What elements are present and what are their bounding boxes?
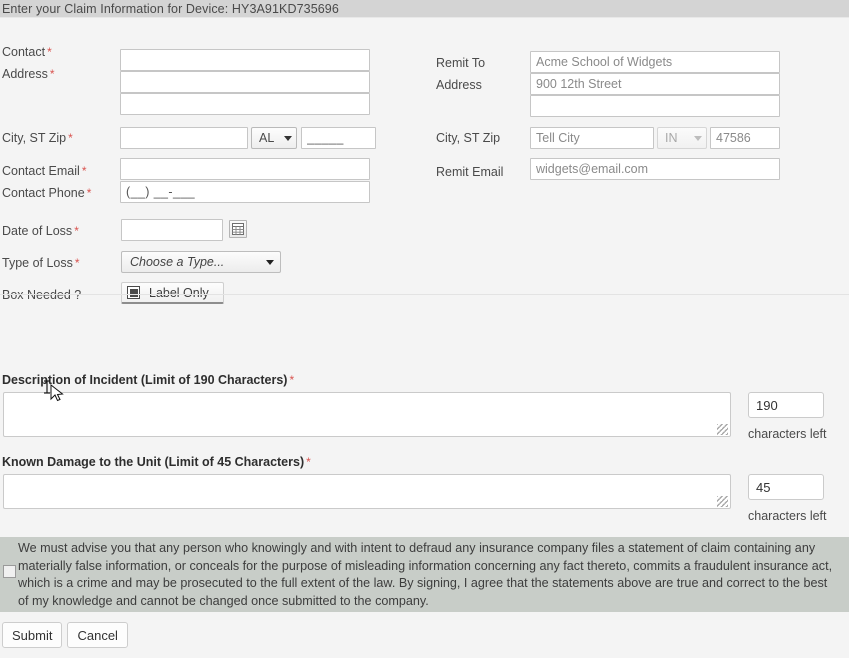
address-line2-input[interactable] — [120, 93, 370, 115]
damage-label-group: Known Damage to the Unit (Limit of 45 Ch… — [2, 454, 311, 469]
remit-address-line2-input[interactable] — [530, 95, 780, 117]
disclaimer-panel: We must advise you that any person who k… — [0, 537, 849, 612]
contact-phone-input[interactable] — [120, 181, 370, 203]
remit-address-label-group: Address — [436, 77, 482, 93]
contact-email-input[interactable] — [120, 158, 370, 180]
state-select-value: AL — [259, 131, 275, 145]
date-of-loss-required-asterisk: * — [74, 224, 79, 238]
chevron-down-icon — [694, 135, 702, 141]
contact-phone-required-asterisk: * — [86, 186, 92, 200]
type-of-loss-select-value: Choose a Type... — [130, 255, 225, 269]
date-of-loss-input[interactable] — [121, 219, 223, 241]
description-required-asterisk: * — [289, 373, 295, 387]
description-characters-left-box: 190 — [748, 392, 824, 418]
description-textarea-wrapper[interactable] — [3, 392, 731, 437]
remit-address-line1-input[interactable] — [530, 73, 780, 95]
form-footer: Submit Cancel — [0, 622, 128, 648]
damage-characters-left-caption: characters left — [748, 509, 827, 523]
type-of-loss-label: Type of Loss — [2, 256, 73, 270]
date-of-loss-label: Date of Loss — [2, 224, 73, 238]
damage-textarea-wrapper[interactable] — [3, 474, 731, 509]
address-label-group: Address * — [2, 66, 55, 82]
type-of-loss-required-asterisk: * — [74, 256, 80, 270]
city-st-zip-label-group: City, ST Zip * — [2, 130, 73, 146]
remit-address-label: Address — [436, 78, 482, 92]
submit-button[interactable]: Submit — [2, 622, 63, 648]
box-needed-label-group: Box Needed ? — [2, 287, 81, 303]
cancel-button[interactable]: Cancel — [67, 622, 128, 648]
city-st-zip-required-asterisk: * — [68, 131, 73, 145]
state-select[interactable]: AL — [251, 127, 297, 149]
remit-state-select-value: IN — [665, 131, 678, 145]
section-divider — [0, 294, 849, 295]
filled-square-icon — [127, 286, 140, 299]
damage-required-asterisk: * — [306, 455, 311, 469]
remit-to-input[interactable] — [530, 51, 780, 73]
remit-city-input[interactable] — [530, 127, 654, 149]
remit-to-label: Remit To — [436, 56, 486, 70]
city-st-zip-label: City, ST Zip — [2, 131, 67, 145]
disclaimer-text: We must advise you that any person who k… — [18, 541, 833, 608]
contact-email-label: Contact Email — [2, 164, 80, 178]
remit-email-label-group: Remit Email — [436, 164, 503, 180]
remit-city-st-zip-label-group: City, ST Zip — [436, 130, 500, 146]
damage-characters-left-value: 45 — [756, 479, 771, 495]
contact-email-required-asterisk: * — [81, 164, 87, 178]
contact-label-group: Contact * — [2, 44, 52, 60]
claim-form-top-region: Contact* Address* City, ST Zip* AL Conta… — [0, 18, 849, 304]
box-needed-label: Box Needed ? — [2, 288, 82, 302]
address-line1-input[interactable] — [120, 71, 370, 93]
disclaimer-agree-checkbox[interactable] — [3, 565, 16, 578]
box-needed-toggle-label: Label Only — [149, 285, 209, 300]
resize-grip-icon[interactable] — [717, 424, 728, 435]
remit-state-select: IN — [657, 127, 707, 149]
address-required-asterisk: * — [49, 67, 55, 81]
zip-input[interactable] — [301, 127, 376, 149]
remit-email-input[interactable] — [530, 158, 780, 180]
description-label: Description of Incident (Limit of 190 Ch… — [2, 373, 288, 387]
type-of-loss-select[interactable]: Choose a Type... — [121, 251, 281, 273]
remit-to-label-group: Remit To — [436, 55, 485, 71]
page-header-bar: Enter your Claim Information for Device:… — [0, 0, 849, 18]
contact-email-label-group: Contact Email * — [2, 163, 86, 179]
box-needed-toggle-button[interactable]: Label Only — [121, 282, 224, 304]
contact-required-asterisk: * — [47, 45, 52, 59]
address-label: Address — [2, 67, 48, 81]
chevron-down-icon — [284, 135, 292, 141]
description-label-group: Description of Incident (Limit of 190 Ch… — [2, 372, 294, 387]
type-of-loss-label-group: Type of Loss * — [2, 255, 80, 271]
damage-characters-left-box: 45 — [748, 474, 824, 500]
contact-input[interactable] — [120, 49, 370, 71]
contact-phone-label-group: Contact Phone * — [2, 185, 91, 201]
contact-label: Contact — [2, 45, 46, 59]
calendar-icon[interactable] — [229, 220, 247, 238]
remit-city-st-zip-label: City, ST Zip — [436, 131, 501, 145]
description-textarea[interactable] — [4, 393, 730, 436]
damage-textarea[interactable] — [4, 475, 730, 508]
date-of-loss-label-group: Date of Loss * — [2, 223, 79, 239]
remit-zip-input[interactable] — [710, 127, 780, 149]
city-input[interactable] — [120, 127, 248, 149]
remit-email-label: Remit Email — [436, 165, 504, 179]
description-characters-left-caption: characters left — [748, 427, 827, 441]
chevron-down-icon — [266, 259, 274, 265]
resize-grip-icon[interactable] — [717, 496, 728, 507]
page-title: Enter your Claim Information for Device:… — [2, 1, 339, 16]
contact-phone-label: Contact Phone — [2, 186, 85, 200]
description-characters-left-value: 190 — [756, 397, 778, 413]
damage-label: Known Damage to the Unit (Limit of 45 Ch… — [2, 455, 305, 469]
